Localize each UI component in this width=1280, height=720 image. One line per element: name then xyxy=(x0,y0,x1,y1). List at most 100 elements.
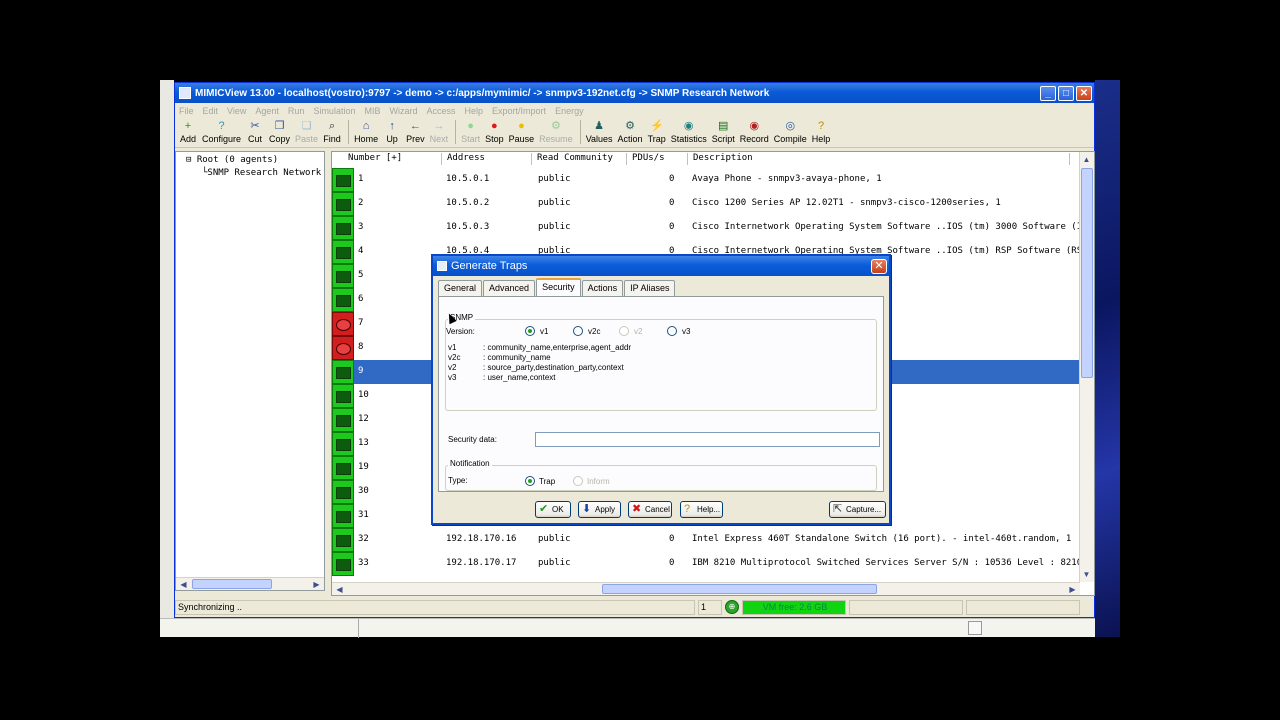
menu-mib[interactable]: MIB xyxy=(364,106,380,116)
version-v2-radio[interactable] xyxy=(619,326,629,336)
version-v2c-radio[interactable] xyxy=(573,326,583,336)
scroll-thumb[interactable] xyxy=(1081,168,1093,378)
table-row[interactable]: 2 10.5.0.2 public 0 Cisco 1200 Series AP 12.… xyxy=(332,192,1080,216)
start-button[interactable]: ● Start xyxy=(461,120,480,144)
tree-horizontal-scrollbar[interactable]: ◀ ▶ xyxy=(176,577,324,590)
copy-button[interactable]: ❐ Copy xyxy=(269,120,290,144)
menu-edit[interactable]: Edit xyxy=(203,106,219,116)
scroll-thumb[interactable] xyxy=(192,579,272,589)
paste-button[interactable]: ❏ Paste xyxy=(295,120,318,144)
cell-num: 3 xyxy=(358,222,364,232)
table-row[interactable]: 32 192.18.170.16 public 0 Intel Express 460T… xyxy=(332,528,1080,552)
menu-energy[interactable]: Energy xyxy=(555,106,584,116)
menu-run[interactable]: Run xyxy=(288,106,305,116)
dialog-close-button[interactable]: ✕ xyxy=(871,258,887,274)
menu-export-import[interactable]: Export/Import xyxy=(492,106,546,116)
scroll-down-icon[interactable]: ▼ xyxy=(1081,569,1092,580)
device-status-icon xyxy=(332,528,354,552)
tab-security[interactable]: Security xyxy=(536,278,581,296)
version-v3-radio[interactable] xyxy=(667,326,677,336)
version-label: Version: xyxy=(446,327,475,336)
next-button[interactable]: → Next xyxy=(430,120,449,144)
action-label: Action xyxy=(617,134,643,144)
prev-button[interactable]: ← Prev xyxy=(406,120,425,144)
capture-button[interactable]: ⇱ Capture... xyxy=(829,501,886,518)
script-button[interactable]: ▤ Script xyxy=(712,120,735,144)
menu-help[interactable]: Help xyxy=(465,106,484,116)
format-description: : user_name,context xyxy=(483,373,556,382)
agent-tree[interactable]: ⊟ Root (0 agents) └SNMP Research Network… xyxy=(175,151,325,591)
security-data-input[interactable] xyxy=(535,432,880,447)
menu-view[interactable]: View xyxy=(227,106,246,116)
device-status-icon xyxy=(332,552,354,576)
action-button[interactable]: ⚙ Action xyxy=(618,120,643,144)
pause-icon: ● xyxy=(518,120,525,132)
configure-button[interactable]: ? Configure xyxy=(202,120,241,144)
tab-ip-aliases[interactable]: IP Aliases xyxy=(624,280,676,296)
paste-label: Paste xyxy=(295,134,319,144)
tab-actions[interactable]: Actions xyxy=(581,280,624,296)
version-v1-radio[interactable] xyxy=(525,326,535,336)
menu-simulation[interactable]: Simulation xyxy=(313,106,355,116)
column-header[interactable]: PDUs/s xyxy=(629,153,688,165)
statistics-button[interactable]: ◉ Statistics xyxy=(671,120,707,144)
menu-agent[interactable]: Agent xyxy=(255,106,279,116)
scroll-left-icon[interactable]: ◀ xyxy=(178,579,189,590)
table-row[interactable]: 1 10.5.0.1 public 0 Avaya Phone - snmpv3-ava… xyxy=(332,168,1080,192)
cancel-button[interactable]: ✖ Cancel xyxy=(628,501,672,518)
statistics-icon: ◉ xyxy=(683,120,694,132)
column-header[interactable]: Address xyxy=(444,153,532,165)
table-row[interactable]: 3 10.5.0.3 public 0 Cisco Internetwork Opera… xyxy=(332,216,1093,240)
scroll-right-icon[interactable]: ▶ xyxy=(1067,584,1078,595)
tree-node-network[interactable]: └SNMP Research Network xyxy=(176,167,324,180)
help-icon: ? xyxy=(684,503,691,515)
tab-advanced[interactable]: Advanced xyxy=(483,280,536,296)
table-row[interactable]: 33 192.18.170.17 public 0 IBM 8210 Multiprot… xyxy=(332,552,1082,576)
pause-button[interactable]: ● Pause xyxy=(509,120,535,144)
type-label: Type: xyxy=(448,476,468,485)
device-status-icon xyxy=(332,456,354,480)
grid-horizontal-scrollbar[interactable]: ◀ ▶ xyxy=(332,582,1080,595)
values-button[interactable]: ♟ Values xyxy=(586,120,613,144)
tree-root[interactable]: ⊟ Root (0 agents) xyxy=(176,154,324,167)
security-data-label: Security data: xyxy=(448,435,497,444)
grid-vertical-scrollbar[interactable]: ▲ ▼ xyxy=(1079,152,1094,582)
ok-button[interactable]: ✔ OK xyxy=(535,501,571,518)
column-header[interactable]: Description xyxy=(690,153,1070,165)
status-text: Synchronizing .. xyxy=(175,599,695,615)
trap-button[interactable]: ⚡ Trap xyxy=(648,120,666,144)
help-button[interactable]: ? Help xyxy=(812,120,831,144)
cut-button[interactable]: ✂ Cut xyxy=(246,120,264,144)
apply-button[interactable]: ⬇ Apply xyxy=(578,501,621,518)
menu-file[interactable]: File xyxy=(179,106,194,116)
collapse-icon[interactable]: ⊟ xyxy=(186,155,191,165)
up-button[interactable]: ↑ Up xyxy=(383,120,401,144)
column-header[interactable]: Read Community xyxy=(534,153,627,165)
add-button[interactable]: + Add xyxy=(179,120,197,144)
home-button[interactable]: ⌂ Home xyxy=(354,120,378,144)
menu-wizard[interactable]: Wizard xyxy=(389,106,417,116)
maximize-button[interactable]: □ xyxy=(1058,85,1074,101)
menu-access[interactable]: Access xyxy=(427,106,456,116)
column-header[interactable]: Number [+] xyxy=(334,153,442,165)
cell-pdus: 0 xyxy=(669,222,675,232)
scroll-right-icon[interactable]: ▶ xyxy=(311,579,322,590)
compile-button[interactable]: ◎ Compile xyxy=(774,120,807,144)
resume-button[interactable]: ⚙ Resume xyxy=(539,120,573,144)
scroll-thumb[interactable] xyxy=(602,584,877,594)
close-button[interactable]: ✕ xyxy=(1076,85,1092,101)
inform-radio[interactable] xyxy=(573,476,583,486)
record-button[interactable]: ◉ Record xyxy=(740,120,769,144)
menu-bar: File Edit View Agent Run Simulation MIB Wizard A… xyxy=(175,103,1094,118)
format-version: v2c xyxy=(448,353,461,362)
trap-radio[interactable] xyxy=(525,476,535,486)
minimize-button[interactable]: _ xyxy=(1040,85,1056,101)
scroll-left-icon[interactable]: ◀ xyxy=(334,584,345,595)
scroll-up-icon[interactable]: ▲ xyxy=(1081,154,1092,165)
format-version: v3 xyxy=(448,373,457,382)
help-button[interactable]: ? Help... xyxy=(680,501,723,518)
tab-general[interactable]: General xyxy=(438,280,483,296)
device-status-icon xyxy=(332,336,354,360)
stop-button[interactable]: ● Stop xyxy=(485,120,504,144)
find-button[interactable]: ⌕ Find xyxy=(323,120,341,144)
